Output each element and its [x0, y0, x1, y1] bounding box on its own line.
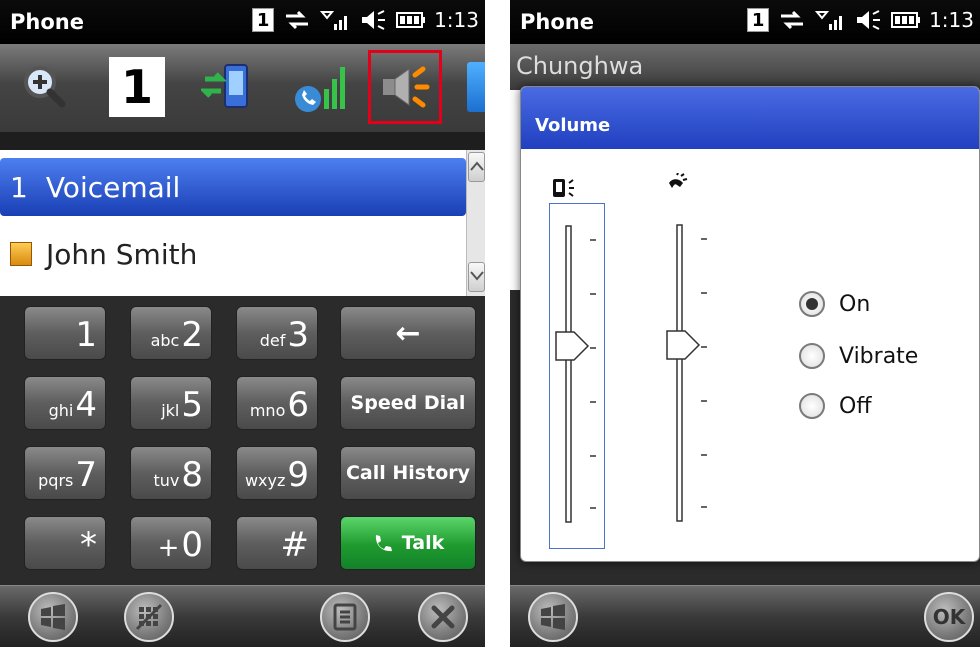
menu-icon	[333, 603, 357, 631]
radio-vibrate[interactable]	[799, 343, 825, 369]
key-8[interactable]: tuv 8	[130, 446, 212, 500]
phone-screen-right: Phone 1 1:13 Chunghwa Volume On Vibrate …	[510, 0, 980, 647]
keypad-toggle-button[interactable]	[124, 592, 174, 642]
talk-button[interactable]: Talk	[340, 516, 476, 570]
chevron-down-icon	[469, 271, 484, 281]
start-button[interactable]	[528, 592, 578, 642]
data-sync-icon	[781, 10, 804, 30]
ok-label: OK	[932, 605, 966, 629]
status-bar: Phone 1 1:13	[0, 0, 485, 44]
radio-off[interactable]	[799, 393, 825, 419]
ringer-volume-slider[interactable]	[549, 203, 605, 549]
mode-option-vibrate[interactable]: Vibrate	[799, 343, 918, 369]
device-transfer-button[interactable]	[192, 50, 266, 124]
list-item-contact[interactable]: John Smith	[0, 216, 466, 292]
slider-thumb	[666, 330, 701, 360]
zoom-in-button[interactable]	[6, 50, 80, 124]
status-icons: 1 1:13	[747, 8, 974, 32]
close-button[interactable]	[418, 592, 468, 642]
in-call-volume-slider[interactable]	[661, 203, 717, 549]
recent-list: 1 Voicemail John Smith	[0, 150, 466, 296]
contact-card-icon	[10, 242, 32, 266]
key-star[interactable]: *	[24, 516, 106, 570]
list-item-label: John Smith	[46, 237, 198, 271]
device-transfer-icon	[201, 64, 248, 108]
app-title: Phone	[520, 10, 594, 34]
in-call-volume-icon	[669, 173, 688, 188]
line-one-icon: 1	[109, 57, 165, 117]
data-sync-icon	[286, 10, 309, 30]
carrier-name: Chunghwa	[510, 44, 980, 90]
list-scrollbar[interactable]	[466, 150, 485, 296]
key-2[interactable]: abc 2	[130, 306, 212, 360]
slider-track	[666, 224, 707, 522]
line-select-button[interactable]: 1	[100, 50, 174, 124]
key-5[interactable]: jkl 5	[130, 376, 212, 430]
clock: 1:13	[929, 8, 974, 32]
soft-key-bar	[0, 585, 485, 647]
chevron-up-icon	[469, 161, 484, 171]
radio-on[interactable]	[799, 291, 825, 317]
dial-keypad: 1 abc 2 def 3 ← ghi 4 jkl 5 mno 6 Speed Dial …	[0, 296, 485, 586]
battery-icon	[891, 12, 921, 28]
status-bar: Phone 1 1:13	[510, 0, 980, 44]
volume-icon	[857, 10, 881, 30]
zoom-in-icon	[24, 66, 66, 108]
menu-button[interactable]	[320, 592, 370, 642]
speed-dial-button[interactable]: Speed Dial	[340, 376, 476, 430]
signal-strength-icon	[815, 11, 843, 30]
close-icon	[431, 605, 455, 629]
speaker-volume-icon	[383, 66, 430, 108]
speaker-volume-button[interactable]	[368, 50, 442, 124]
ok-button[interactable]: OK	[924, 592, 974, 642]
slider-thumb	[555, 331, 590, 361]
more-icon	[467, 62, 485, 112]
phone-handset-icon	[375, 535, 392, 552]
line-indicator: 1	[747, 8, 770, 32]
dialog-title: Volume	[521, 87, 979, 149]
mode-option-on[interactable]: On	[799, 291, 870, 317]
volume-dialog: Volume On Vibrate Off	[520, 86, 980, 562]
scroll-down-button[interactable]	[468, 262, 485, 292]
keypad-hide-icon	[135, 603, 163, 631]
line-indicator: 1	[252, 8, 275, 32]
phone-screen-left: Phone 1 1:13 1 1 Voicemail John Smith 1 …	[0, 0, 485, 647]
call-history-button[interactable]: Call History	[340, 446, 476, 500]
call-signal-button[interactable]	[282, 50, 356, 124]
list-item-voicemail[interactable]: 1 Voicemail	[0, 158, 466, 216]
soft-key-bar: OK	[510, 585, 980, 647]
volume-icon	[362, 10, 386, 30]
slider-track	[555, 225, 596, 523]
phone-toolbar: 1	[0, 44, 485, 132]
mode-option-off[interactable]: Off	[799, 393, 871, 419]
windows-logo-icon	[541, 604, 565, 630]
more-button[interactable]	[462, 50, 485, 124]
speed-dial-number: 1	[10, 170, 28, 204]
key-6[interactable]: mno 6	[236, 376, 318, 430]
mode-label: Off	[839, 393, 872, 419]
key-4[interactable]: ghi 4	[24, 376, 106, 430]
signal-strength-icon	[320, 11, 348, 30]
list-item-label: Voicemail	[45, 170, 181, 204]
windows-logo-icon	[41, 604, 65, 630]
mode-label: On	[839, 291, 871, 317]
battery-icon	[396, 12, 426, 28]
key-0[interactable]: +0	[130, 516, 212, 570]
key-3[interactable]: def 3	[236, 306, 318, 360]
mode-label: Vibrate	[839, 343, 919, 369]
start-button[interactable]	[28, 592, 78, 642]
call-signal-icon	[295, 67, 345, 112]
key-9[interactable]: wxyz 9	[236, 446, 318, 500]
backspace-button[interactable]: ←	[340, 306, 476, 360]
key-7[interactable]: pqrs 7	[24, 446, 106, 500]
app-title: Phone	[10, 10, 84, 34]
scroll-up-button[interactable]	[468, 152, 485, 182]
status-icons: 1 1:13	[252, 8, 479, 32]
backspace-icon: ←	[395, 315, 421, 351]
key-hash[interactable]: #	[236, 516, 318, 570]
key-1[interactable]: 1	[24, 306, 106, 360]
clock: 1:13	[434, 8, 479, 32]
device-volume-icon	[553, 179, 574, 197]
